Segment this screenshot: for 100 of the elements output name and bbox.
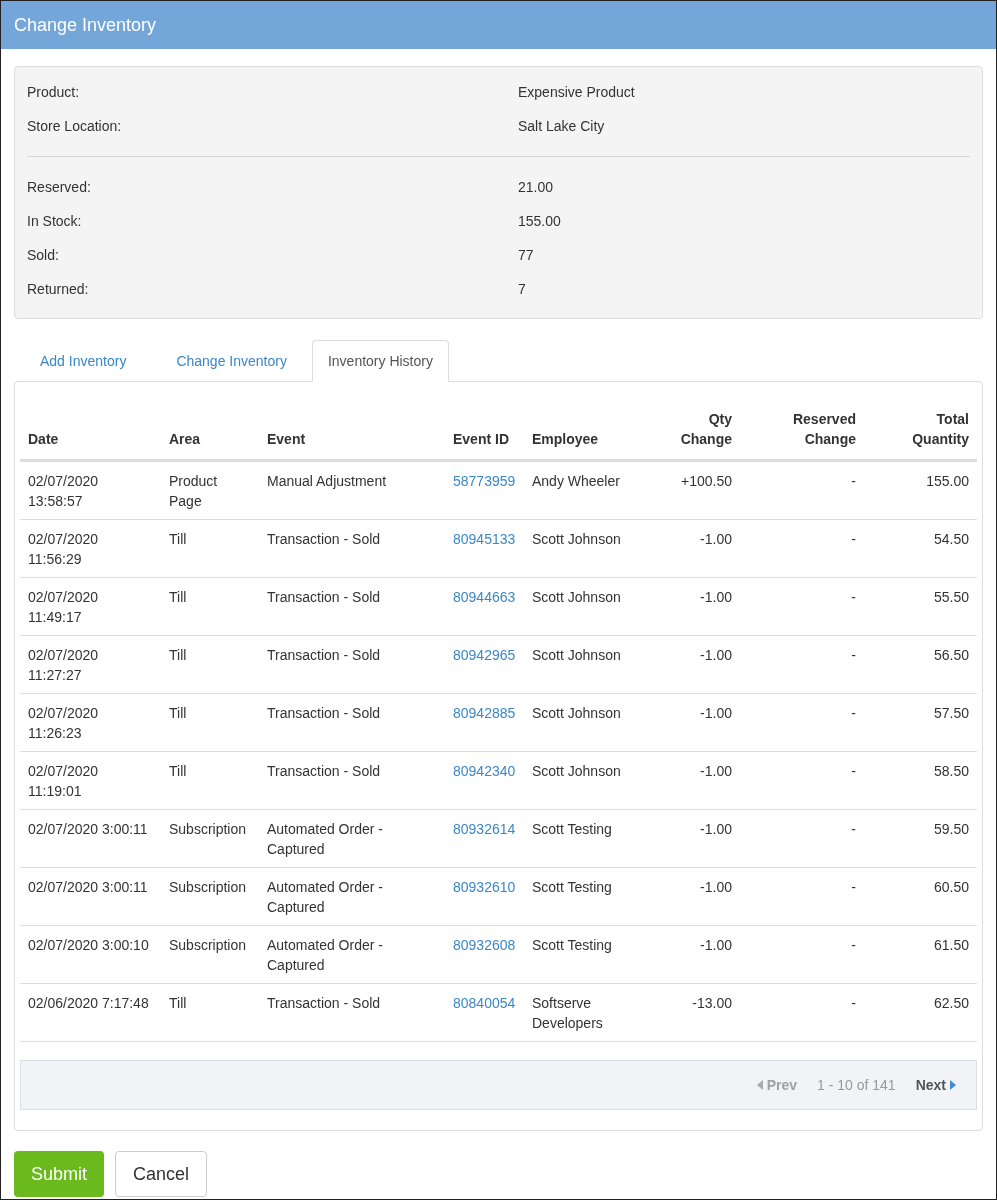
table-cell: -1.00	[700, 821, 732, 837]
table-cell: Scott Testing	[532, 879, 612, 895]
table-cell: -	[851, 589, 856, 605]
column-header: Qty Change	[649, 409, 740, 461]
table-cell: 155.00	[926, 473, 969, 489]
field-label: Store Location:	[27, 117, 123, 136]
table-cell: Transaction - Sold	[267, 531, 381, 547]
event-id-link[interactable]: 80840054	[453, 995, 516, 1011]
field-value: Expensive Product	[518, 83, 635, 102]
left-triangle-icon	[756, 1080, 763, 1090]
table-cell: Product Page	[169, 473, 218, 509]
table-cell: 56.50	[933, 647, 969, 663]
table-cell: 55.50	[933, 589, 969, 605]
table-cell: Scott Johnson	[532, 705, 621, 721]
event-id-link[interactable]: 80932608	[453, 937, 516, 953]
table-cell: 02/07/2020 3:00:10	[28, 937, 149, 953]
table-cell: -1.00	[700, 879, 732, 895]
table-cell: Transaction - Sold	[267, 589, 381, 605]
table-cell: Subscription	[169, 821, 247, 837]
column-header: Total Quantity	[864, 409, 977, 461]
event-id-link[interactable]: 80944663	[453, 589, 516, 605]
right-triangle-icon	[950, 1080, 956, 1090]
table-cell: -1.00	[700, 763, 732, 779]
tab[interactable]: Add Inventory	[15, 340, 152, 381]
column-header: Event	[259, 409, 445, 461]
table-cell: Till	[169, 705, 187, 721]
table-cell: -1.00	[700, 705, 732, 721]
table-cell: 58.50	[933, 763, 969, 779]
table-cell: -	[851, 763, 856, 779]
field-value: 7	[518, 280, 526, 299]
table-cell: 54.50	[933, 531, 969, 547]
table-cell: 02/07/2020 11:27:27	[28, 647, 99, 683]
field-value: 155.00	[518, 212, 561, 231]
column-header: Date	[20, 409, 161, 461]
table-cell: Till	[169, 647, 187, 663]
table-cell: 02/07/2020 3:00:11	[28, 879, 148, 895]
table-cell: Automated Order - Captured	[267, 937, 383, 973]
table-cell: Andy Wheeler	[532, 473, 620, 489]
field-label: In Stock:	[27, 212, 83, 231]
table-cell: Scott Testing	[532, 937, 612, 953]
column-header: Employee	[524, 409, 649, 461]
table-cell: 02/07/2020 11:49:17	[28, 589, 99, 625]
table-cell: -	[851, 995, 856, 1011]
table-cell: Automated Order - Captured	[267, 821, 383, 857]
field-label: Reserved:	[27, 178, 92, 197]
table-cell: Transaction - Sold	[267, 763, 381, 779]
tab[interactable]: Inventory History	[311, 340, 449, 382]
event-id-link[interactable]: 80945133	[453, 531, 516, 547]
next-page-button[interactable]: Next	[915, 1075, 956, 1095]
event-id-link[interactable]: 80942885	[453, 705, 516, 721]
page-range: 1 - 10 of 141	[817, 1076, 896, 1095]
event-id-link[interactable]: 80932614	[453, 821, 516, 837]
table-cell: 02/07/2020 13:58:57	[28, 473, 99, 509]
table-cell: -	[851, 821, 856, 837]
table-cell: Manual Adjustment	[267, 473, 387, 489]
field-label: Product:	[27, 83, 81, 102]
table-cell: Scott Johnson	[532, 647, 621, 663]
table-cell: Scott Johnson	[532, 589, 621, 605]
table-cell: 60.50	[933, 879, 969, 895]
field-label: Sold:	[27, 246, 60, 265]
table-cell: 62.50	[933, 995, 969, 1011]
field-value: 21.00	[518, 178, 554, 197]
field-value: 77	[518, 246, 534, 265]
window-title: Change Inventory	[14, 14, 157, 37]
column-header: Reserved Change	[740, 409, 864, 461]
table-cell: Till	[169, 531, 187, 547]
table-cell: -	[851, 647, 856, 663]
table-cell: 02/06/2020 7:17:48	[28, 995, 149, 1011]
table-cell: -13.00	[692, 995, 732, 1011]
table-cell: Softserve Developers	[532, 995, 603, 1031]
table-cell: Subscription	[169, 879, 247, 895]
table-cell: Automated Order - Captured	[267, 879, 383, 915]
table-cell: -	[851, 531, 856, 547]
event-id-link[interactable]: 58773959	[453, 473, 516, 489]
tab[interactable]: Change Inventory	[151, 340, 312, 381]
table-cell: Transaction - Sold	[267, 647, 381, 663]
table-cell: Scott Johnson	[532, 763, 621, 779]
table-cell: -1.00	[700, 937, 732, 953]
column-header: Area	[161, 409, 259, 461]
table-cell: 02/07/2020 11:56:29	[28, 531, 99, 567]
table-cell: 02/07/2020 11:19:01	[28, 763, 99, 799]
table-cell: 59.50	[933, 821, 969, 837]
cancel-button[interactable]: Cancel	[115, 1151, 208, 1197]
event-id-link[interactable]: 80942340	[453, 763, 516, 779]
table-cell: 02/07/2020 11:26:23	[28, 705, 99, 741]
event-id-link[interactable]: 80942965	[453, 647, 516, 663]
table-cell: Till	[169, 995, 187, 1011]
table-cell: Transaction - Sold	[267, 705, 381, 721]
table-cell: Scott Testing	[532, 821, 612, 837]
table-cell: -	[851, 705, 856, 721]
field-value: Salt Lake City	[518, 117, 605, 136]
table-cell: -	[851, 937, 856, 953]
table-cell: +100.50	[681, 473, 732, 489]
event-id-link[interactable]: 80932610	[453, 879, 516, 895]
table-cell: -	[851, 879, 856, 895]
table-cell: -1.00	[700, 589, 732, 605]
submit-button[interactable]: Submit	[14, 1151, 105, 1197]
table-cell: -1.00	[700, 647, 732, 663]
field-label: Returned:	[27, 280, 90, 299]
table-cell: Subscription	[169, 937, 247, 953]
